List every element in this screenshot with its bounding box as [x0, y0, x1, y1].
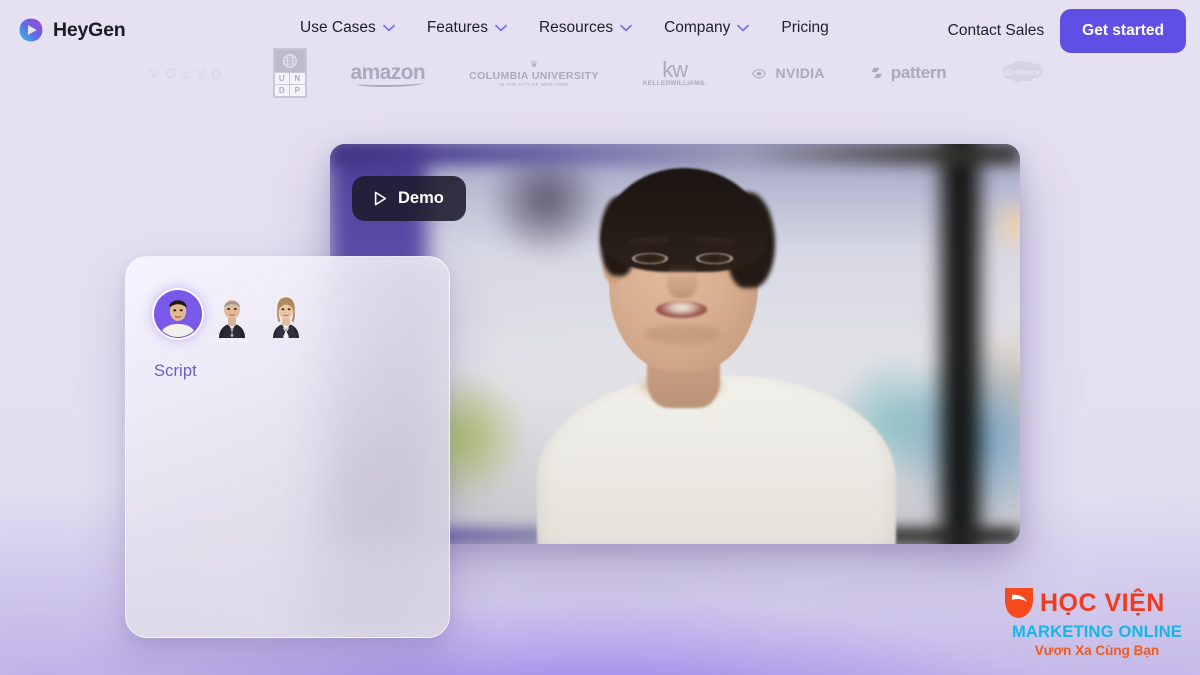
watermark-play-logo-icon [1005, 588, 1033, 618]
top-navigation-bar: HeyGen Use Cases Features Resources Comp… [0, 0, 1200, 62]
nav-item-pricing-label: Pricing [781, 19, 829, 36]
avatar-option-asian-man[interactable] [154, 290, 202, 338]
logo-kw-name: KELLERWILLIAMS. [642, 79, 707, 87]
nav-item-use-cases[interactable]: Use Cases [300, 19, 395, 37]
nav-item-company[interactable]: Company [664, 19, 750, 37]
watermark-hoc-vien-marketing-online: HỌC VIỆN MARKETING ONLINE Vươn Xa Cùng B… [1002, 586, 1192, 657]
avatar-asian-man-icon [155, 291, 201, 337]
nav-actions: Contact Sales Get started [948, 9, 1186, 53]
chevron-down-icon [495, 24, 507, 32]
demo-chip-button[interactable]: Demo [352, 176, 466, 221]
salesforce-wordmark: salesforce [1001, 68, 1041, 77]
logo-nvidia-text: NVIDIA [775, 65, 825, 81]
heygen-logo[interactable]: HeyGen [18, 17, 126, 43]
watermark-line3: Vươn Xa Cùng Bạn [1034, 642, 1160, 658]
avatar-option-older-man-suit[interactable] [208, 290, 256, 338]
page-root: HeyGen Use Cases Features Resources Comp… [0, 0, 1200, 675]
contact-sales-link[interactable]: Contact Sales [948, 22, 1049, 40]
play-triangle-icon [374, 191, 387, 206]
chevron-down-icon [382, 24, 395, 32]
nav-item-pricing[interactable]: Pricing [781, 19, 828, 37]
amazon-smile-icon [356, 80, 424, 87]
chevron-down-icon [620, 24, 632, 32]
logo-pattern-text: pattern [890, 63, 947, 82]
nav-links: Use Cases Features Resources Company Pri… [300, 19, 829, 37]
logo-columbia-subtext: IN THE CITY OF NEW YORK [499, 81, 569, 87]
heygen-play-logo-icon [18, 17, 44, 43]
nav-item-resources[interactable]: Resources [539, 19, 632, 37]
heygen-wordmark: HeyGen [53, 18, 126, 41]
presenter-hair-top [601, 168, 767, 272]
avatar-woman-blazer-icon [273, 297, 299, 338]
nvidia-eye-icon [751, 68, 765, 78]
watermark-line1: HỌC VIỆN [1040, 588, 1165, 617]
demo-chip-label: Demo [398, 189, 444, 207]
script-avatar-card[interactable]: Script [125, 256, 450, 638]
nav-item-use-cases-label: Use Cases [300, 19, 376, 36]
avatar-selector-row [154, 290, 310, 338]
nav-item-features-label: Features [426, 19, 488, 36]
script-label: Script [154, 362, 197, 380]
presenter-chin-shadow [643, 324, 720, 344]
nav-item-features[interactable]: Features [427, 19, 507, 37]
avatar-older-man-suit-icon [219, 299, 245, 338]
logo-kw-mark: kw [662, 56, 688, 82]
nav-item-company-label: Company [664, 19, 731, 36]
nav-item-resources-label: Resources [538, 19, 614, 36]
watermark-line2: MARKETING ONLINE [1011, 623, 1183, 641]
card-sheen-overlay [297, 257, 449, 637]
avatar-option-woman-blazer[interactable] [262, 290, 310, 338]
pattern-slash-icon [871, 67, 882, 78]
presenter-mouth [656, 301, 708, 318]
get-started-button[interactable]: Get started [1060, 9, 1186, 53]
presenter-nose [666, 264, 698, 298]
chevron-down-icon [737, 24, 750, 32]
logo-columbia-name: COLUMBIA UNIVERSITY [469, 69, 599, 82]
